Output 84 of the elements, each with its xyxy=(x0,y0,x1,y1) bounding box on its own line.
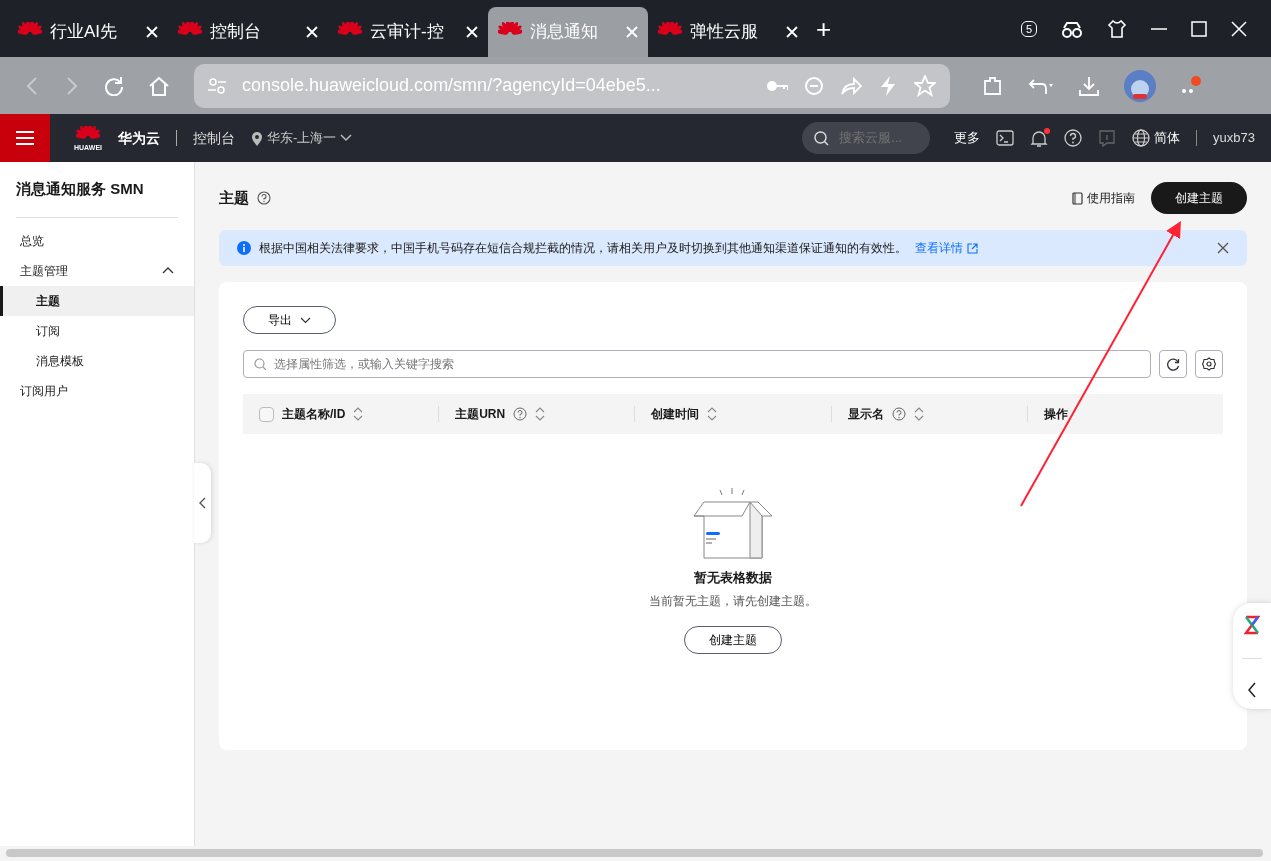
sort-icon[interactable] xyxy=(707,407,718,421)
lightning-icon[interactable] xyxy=(878,74,898,97)
refresh-button[interactable] xyxy=(1159,350,1187,378)
extension-icon[interactable] xyxy=(982,74,1004,97)
search-icon xyxy=(814,130,830,146)
glasses-icon[interactable] xyxy=(1061,19,1083,38)
external-link-icon xyxy=(967,242,978,254)
guide-link[interactable]: 使用指南 xyxy=(1072,189,1135,207)
browser-tab[interactable]: 控制台 xyxy=(168,7,328,57)
brand-name[interactable]: 华为云 xyxy=(118,127,160,149)
maximize-icon[interactable] xyxy=(1191,20,1207,37)
column-label: 主题URN xyxy=(455,406,506,423)
close-icon[interactable] xyxy=(146,26,158,38)
star-icon[interactable] xyxy=(914,74,936,97)
console-link[interactable]: 控制台 xyxy=(193,127,235,149)
column-label: 创建时间 xyxy=(651,406,700,423)
search-icon xyxy=(254,358,266,370)
chevron-down-icon xyxy=(340,134,353,142)
close-icon[interactable] xyxy=(466,26,478,38)
settings-sliders-icon[interactable] xyxy=(208,76,226,95)
close-icon[interactable] xyxy=(786,26,798,38)
select-all-checkbox[interactable] xyxy=(259,406,274,422)
sort-icon[interactable] xyxy=(353,407,364,421)
export-button[interactable]: 导出 xyxy=(243,306,336,334)
notice-text: 根据中国相关法律要求，中国手机号码存在短信合规拦截的情况，请相关用户及时切换到其他通知渠道保证通知的有效性。 xyxy=(259,240,907,257)
book-icon xyxy=(1072,191,1083,205)
more-menu[interactable]: 更多 xyxy=(954,128,981,148)
empty-title: 暂无表格数据 xyxy=(694,569,772,587)
create-topic-button[interactable]: 创建主题 xyxy=(684,625,782,654)
close-icon[interactable] xyxy=(306,26,318,38)
collapse-handle[interactable] xyxy=(194,463,211,543)
sidebar-item[interactable]: 主题管理 xyxy=(0,255,194,286)
sidebar-item[interactable]: 总览 xyxy=(0,225,194,256)
globe-icon xyxy=(1132,129,1151,147)
close-icon xyxy=(1217,242,1229,254)
close-button[interactable] xyxy=(1217,242,1229,254)
terminal-icon[interactable] xyxy=(996,130,1015,146)
sidebar-item[interactable]: 主题 xyxy=(0,285,194,316)
sidebar-item[interactable]: 订阅用户 xyxy=(0,375,194,406)
details-link[interactable]: 查看详情 xyxy=(915,239,978,257)
menu-button[interactable] xyxy=(0,114,50,162)
language-selector[interactable]: 简体 xyxy=(1132,128,1181,148)
info-icon xyxy=(237,241,251,255)
sidebar-item[interactable]: 消息模板 xyxy=(0,345,194,376)
user-name[interactable]: yuxb73 xyxy=(1213,128,1255,148)
create-topic-button[interactable]: 创建主题 xyxy=(1151,182,1247,214)
refresh-icon xyxy=(1166,357,1180,371)
chevron-left-icon[interactable] xyxy=(1248,681,1256,698)
browser-tab[interactable]: 行业AI先 xyxy=(8,7,168,57)
sidebar-title: 消息通知服务 SMN xyxy=(16,178,178,218)
sort-icon[interactable] xyxy=(535,407,546,421)
home-icon[interactable] xyxy=(148,75,170,96)
new-tab-button[interactable]: + xyxy=(816,16,832,42)
column-label: 操作 xyxy=(1043,406,1068,423)
chevron-left-icon xyxy=(199,497,206,509)
zoom-out-icon[interactable] xyxy=(804,75,824,96)
menu-icon xyxy=(16,130,34,146)
close-icon[interactable] xyxy=(1231,20,1247,37)
assistant-icon[interactable] xyxy=(1243,614,1261,635)
sort-icon[interactable] xyxy=(913,407,924,421)
sidebar-item[interactable]: 订阅 xyxy=(0,315,194,346)
help-icon[interactable] xyxy=(257,191,271,205)
reload-icon[interactable] xyxy=(104,75,124,96)
share-icon[interactable] xyxy=(840,75,862,96)
tab-count-badge[interactable]: 5 xyxy=(1020,20,1037,37)
column-label: 主题名称/ID xyxy=(282,406,346,423)
settings-icon xyxy=(1202,357,1216,371)
url-text: console.huaweicloud.com/smn/?agencyId=04ebe5... xyxy=(242,74,662,97)
location-pin-icon xyxy=(251,130,263,146)
column-label: 显示名 xyxy=(847,406,884,423)
chevron-icon xyxy=(162,266,174,275)
avatar-icon[interactable] xyxy=(1124,69,1156,102)
empty-text: 当前暂无主题，请先创建主题。 xyxy=(649,592,817,610)
browser-tab[interactable]: 云审计-控 xyxy=(328,7,488,57)
settings-button[interactable] xyxy=(1195,350,1223,378)
download-icon[interactable] xyxy=(1078,75,1100,96)
browser-tab[interactable]: 弹性云服 xyxy=(648,7,808,57)
shirt-icon[interactable] xyxy=(1107,18,1127,39)
bell-icon[interactable] xyxy=(1030,129,1049,147)
region-selector[interactable]: 华东-上海一 xyxy=(251,128,353,148)
feedback-icon[interactable] xyxy=(1098,129,1117,147)
chevron-down-icon xyxy=(300,316,311,324)
page-title: 主题 xyxy=(219,187,249,208)
filter-search-field[interactable]: 选择属性筛选，或输入关键字搜索 xyxy=(243,350,1151,378)
